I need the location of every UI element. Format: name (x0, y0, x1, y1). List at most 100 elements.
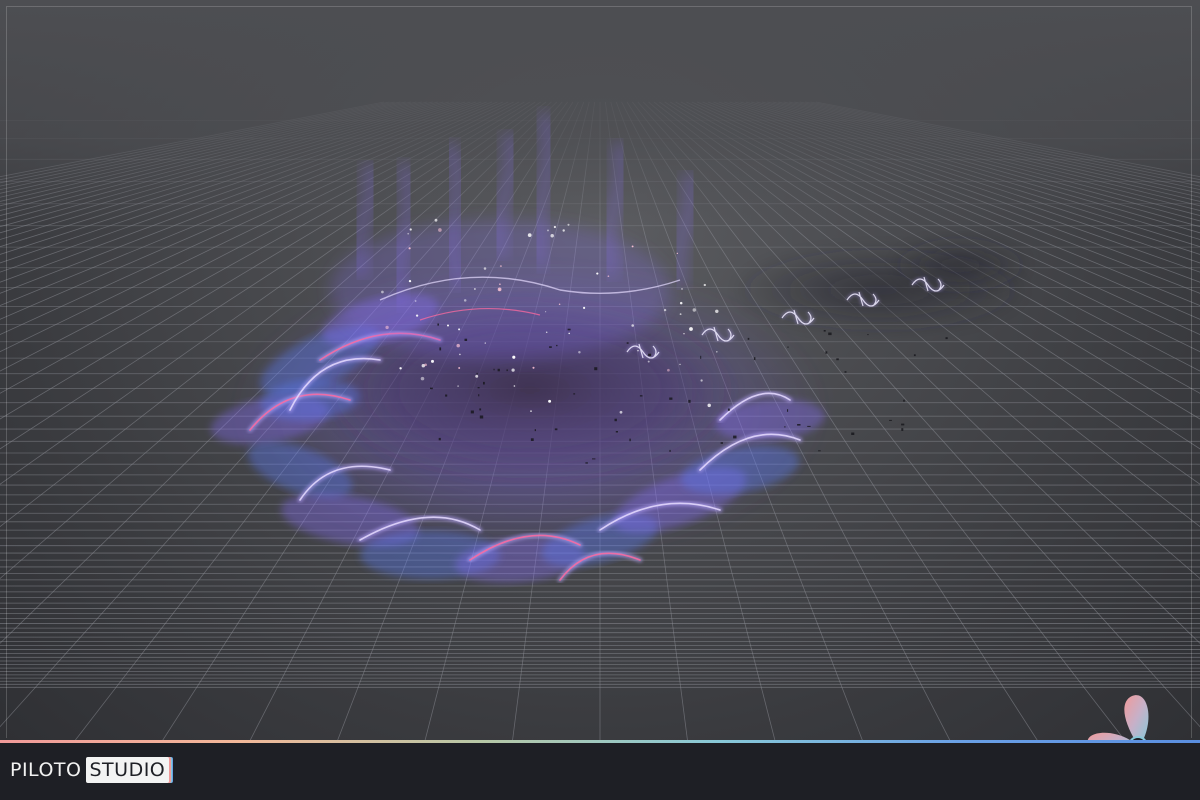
spark-particle (679, 363, 681, 366)
debris-particle (567, 328, 571, 331)
debris-particle (807, 425, 811, 427)
spark-particle (499, 283, 501, 286)
debris-particle (556, 344, 558, 347)
spark-particle (499, 265, 502, 268)
debris-particle (437, 323, 439, 326)
debris-particle (913, 354, 916, 357)
smoke-trail-tip (890, 237, 1030, 293)
debris-particle (851, 432, 855, 435)
debris-particle (592, 458, 596, 460)
debris-particle (945, 337, 948, 340)
debris-particle (554, 428, 558, 431)
spark-particle (631, 324, 634, 327)
debris-particle (479, 408, 482, 411)
debris-particle (476, 372, 478, 375)
spark-particle (567, 223, 570, 226)
debris-particle (477, 387, 480, 389)
spark-particle (667, 368, 670, 372)
spark-particle (381, 290, 384, 294)
spark-particle (548, 399, 552, 403)
debris-particle (688, 399, 691, 403)
logo-blade-top (1124, 695, 1149, 742)
footer-bar: PILOTO STUDIO (0, 740, 1200, 800)
spark-particle (459, 353, 461, 356)
debris-particle (439, 347, 442, 351)
debris-particle (669, 397, 673, 400)
spark-particle (637, 349, 639, 352)
debris-particle (438, 437, 441, 441)
debris-particle (430, 387, 433, 390)
debris-particle (626, 342, 629, 344)
spark-particle (681, 287, 683, 290)
debris-particle (828, 332, 832, 336)
spark-particle (547, 229, 549, 232)
spark-particle (497, 287, 502, 292)
spark-particle (474, 288, 476, 290)
debris-particle (493, 368, 495, 371)
debris-particle (530, 438, 534, 441)
debris-particle (836, 358, 839, 361)
brand-name-box: STUDIO (85, 757, 170, 783)
spark-particle (683, 332, 685, 335)
spark-particle (607, 275, 610, 278)
spark-particle (553, 225, 557, 229)
spark-particle (578, 350, 581, 354)
debris-particle (497, 368, 500, 372)
spark-particle (631, 245, 634, 248)
spark-particle (415, 314, 419, 317)
spark-particle (692, 308, 697, 312)
spark-particle (530, 410, 532, 412)
debris-particle (478, 394, 480, 397)
spark-particle (511, 368, 515, 372)
spark-particle (446, 324, 450, 327)
spark-particle (716, 351, 718, 353)
debris-particle (549, 346, 552, 348)
debris-particle (573, 393, 576, 395)
debris-particle (901, 423, 905, 426)
spark-particle (385, 325, 389, 330)
debris-particle (506, 369, 508, 372)
debris-particle (787, 409, 789, 412)
debris-particle (700, 355, 702, 359)
spark-particle (458, 328, 461, 331)
debris-particle (648, 353, 652, 357)
spark-particle (513, 385, 516, 387)
spark-particle (715, 309, 719, 314)
debris-particle (823, 330, 826, 332)
debris-particle (639, 395, 643, 397)
spark-particle (619, 410, 623, 414)
brand-name-main: PILOTO (10, 759, 82, 781)
spark-particle (457, 385, 459, 387)
spark-particle (689, 327, 693, 331)
debris-particle (483, 381, 485, 385)
debris-particle (614, 418, 617, 422)
spark-particle (550, 233, 554, 238)
spark-particle (532, 366, 535, 369)
spark-particle (408, 247, 411, 250)
spark-particle (399, 367, 402, 370)
spark-particle (475, 374, 479, 378)
spark-particle (568, 332, 570, 335)
debris-particle (445, 394, 448, 397)
debris-particle (784, 426, 786, 428)
spark-particle (430, 359, 435, 363)
spark-particle (483, 267, 487, 270)
debris-particle (844, 371, 847, 373)
debris-particle (787, 346, 789, 348)
debris-particle (797, 424, 801, 426)
debris-particle (903, 399, 905, 402)
debris-particle (669, 449, 671, 452)
debris-particle (585, 462, 588, 464)
spark-particle (647, 360, 650, 363)
spark-particle (679, 301, 683, 305)
spark-particle (676, 252, 678, 254)
debris-particle (464, 338, 468, 341)
debris-particle (720, 442, 723, 444)
spark-particle (484, 342, 486, 344)
vfx-viewport[interactable] (0, 0, 1200, 740)
debris-particle (818, 450, 821, 452)
spark-particle (527, 233, 532, 237)
spark-particle (558, 303, 561, 306)
spark-particle (703, 283, 706, 287)
spark-particle (545, 331, 548, 333)
